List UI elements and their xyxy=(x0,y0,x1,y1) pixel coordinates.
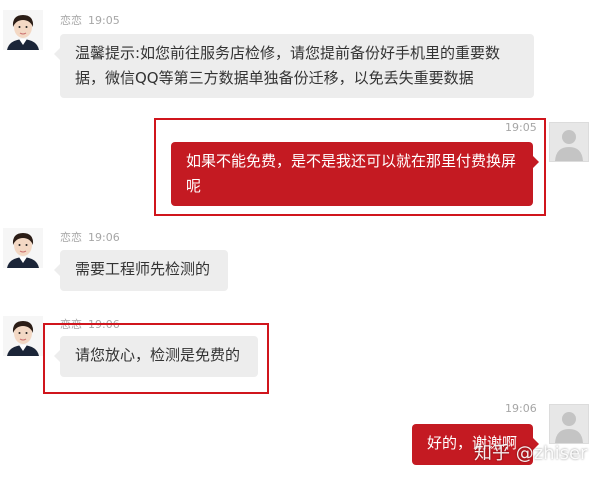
agent-avatar xyxy=(3,316,43,356)
message-text: 需要工程师先检测的 xyxy=(75,260,211,278)
user-avatar xyxy=(549,404,589,444)
message-time: 19:05 xyxy=(505,121,537,134)
message-meta: 恋恋 19:05 xyxy=(60,12,120,28)
incoming-message-bubble: 温馨提示:如您前往服务店检修，请您提前备份好手机里的重要数据，微信QQ等第三方数… xyxy=(54,34,534,98)
outgoing-message-bubble: 如果不能免费，是不是我还可以就在那里付费换屏呢 xyxy=(171,142,539,206)
highlight-box xyxy=(43,323,269,394)
message-time: 19:05 xyxy=(88,14,120,27)
sender-name: 恋恋 xyxy=(60,231,82,244)
user-icon xyxy=(550,123,588,161)
message-meta: 恋恋 19:06 xyxy=(60,229,120,245)
message-time: 19:06 xyxy=(505,402,537,415)
agent-avatar xyxy=(3,10,43,50)
agent-avatar-image xyxy=(3,316,43,356)
user-icon xyxy=(550,405,588,443)
agent-avatar-image xyxy=(3,10,43,50)
user-avatar xyxy=(549,122,589,162)
message-time: 19:06 xyxy=(88,231,120,244)
message-text: 如果不能免费，是不是我还可以就在那里付费换屏呢 xyxy=(186,152,517,195)
message-text: 温馨提示:如您前往服务店检修，请您提前备份好手机里的重要数据，微信QQ等第三方数… xyxy=(75,44,501,87)
incoming-message-bubble: 需要工程师先检测的 xyxy=(54,250,228,291)
watermark: 知乎 @zhiser xyxy=(474,443,588,464)
sender-name: 恋恋 xyxy=(60,14,82,27)
agent-avatar-image xyxy=(3,228,43,268)
agent-avatar xyxy=(3,228,43,268)
